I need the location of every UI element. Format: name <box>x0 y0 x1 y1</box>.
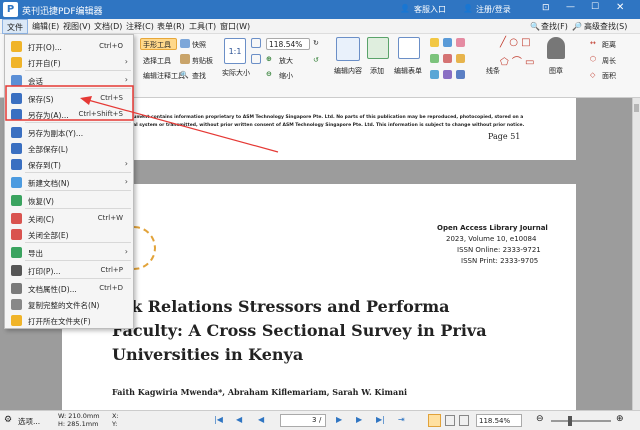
annotation-arrow-head <box>80 96 92 105</box>
annotation-arrow-line <box>87 99 279 153</box>
annotation-overlay <box>5 85 279 153</box>
highlight-box <box>5 85 134 121</box>
